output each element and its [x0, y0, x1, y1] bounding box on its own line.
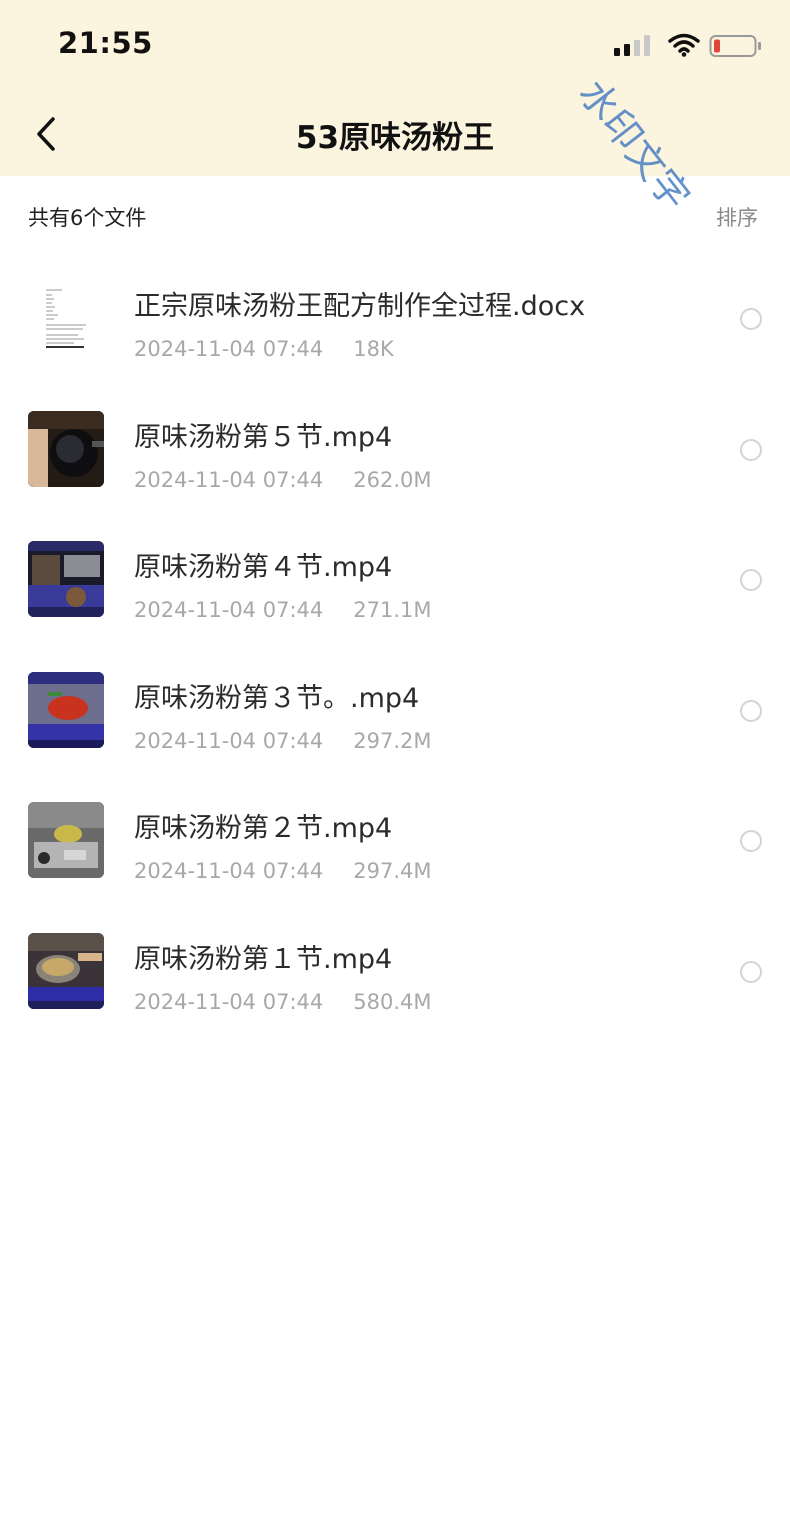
file-size: 18K	[353, 337, 394, 361]
file-list: 正宗原味汤粉王配方制作全过程.docx 2024-11-04 07:44 18K …	[0, 252, 790, 1035]
file-size: 297.4M	[353, 859, 432, 883]
file-name: 原味汤粉第１节.mp4	[134, 943, 393, 975]
file-name: 原味汤粉第２节.mp4	[134, 813, 393, 844]
page-title: 53原味汤粉王	[295, 120, 495, 156]
file-row[interactable]: 原味汤粉第２节.mp4 2024-11-04 07:44 297.4M	[0, 774, 790, 905]
file-meta: 2024-11-04 07:44 297.4M	[134, 859, 432, 883]
file-meta: 2024-11-04 07:44 18K	[134, 337, 394, 361]
file-row[interactable]: 正宗原味汤粉王配方制作全过程.docx 2024-11-04 07:44 18K	[0, 252, 790, 383]
video-thumbnail	[28, 932, 104, 1009]
select-radio[interactable]	[740, 438, 762, 461]
file-row[interactable]: 原味汤粉第１节.mp4 2024-11-04 07:44 580.4M	[0, 905, 790, 1036]
file-meta: 2024-11-04 07:44 271.1M	[134, 598, 432, 622]
file-date: 2024-11-04 07:44	[134, 728, 324, 753]
select-radio[interactable]	[740, 699, 762, 722]
video-thumbnail	[28, 541, 104, 617]
file-meta: 2024-11-04 07:44 580.4M	[134, 990, 432, 1014]
document-thumbnail	[28, 280, 104, 356]
video-thumbnail	[28, 802, 104, 878]
file-folder-screen: 21:55 53原味汤粉王 水印文字 共有6个文件 排序 正宗原味汤粉王配方制作…	[0, 0, 790, 1534]
video-frame-image	[28, 671, 104, 748]
wifi-icon	[668, 33, 700, 57]
select-radio[interactable]	[740, 569, 762, 591]
document-icon	[28, 280, 104, 356]
list-header: 共有6个文件 排序	[0, 176, 790, 252]
file-row[interactable]: 原味汤粉第３节。.mp4 2024-11-04 07:44 297.2M	[0, 644, 790, 775]
video-frame-image	[28, 410, 104, 487]
file-date: 2024-11-04 07:44	[134, 598, 324, 622]
file-name: 原味汤粉第４节.mp4	[134, 552, 393, 583]
file-date: 2024-11-04 07:44	[134, 337, 324, 361]
file-meta: 2024-11-04 07:44 262.0M	[134, 468, 432, 492]
file-name: 原味汤粉第５节.mp4	[134, 421, 393, 453]
select-radio[interactable]	[740, 960, 762, 983]
file-count-label: 共有6个文件	[28, 206, 147, 230]
video-frame-image	[28, 932, 104, 1009]
file-name: 原味汤粉第３节。.mp4	[134, 682, 420, 714]
file-size: 262.0M	[353, 467, 432, 492]
file-date: 2024-11-04 07:44	[134, 467, 324, 492]
status-bar: 21:55	[0, 0, 790, 92]
file-row[interactable]: 原味汤粉第５节.mp4 2024-11-04 07:44 262.0M	[0, 383, 790, 514]
video-thumbnail	[28, 410, 104, 487]
select-radio[interactable]	[740, 308, 762, 330]
battery-icon	[709, 35, 761, 57]
file-date: 2024-11-04 07:44	[134, 989, 324, 1014]
navigation-bar: 53原味汤粉王	[0, 92, 790, 176]
header-area: 21:55 53原味汤粉王	[0, 0, 790, 176]
file-size: 297.2M	[353, 728, 432, 753]
signal-icon	[614, 35, 650, 56]
file-date: 2024-11-04 07:44	[134, 859, 324, 883]
status-time: 21:55	[58, 26, 153, 60]
select-radio[interactable]	[740, 830, 762, 852]
file-size: 271.1M	[353, 598, 432, 622]
file-name: 正宗原味汤粉王配方制作全过程.docx	[134, 291, 586, 322]
file-row[interactable]: 原味汤粉第４节.mp4 2024-11-04 07:44 271.1M	[0, 513, 790, 644]
video-frame-image	[28, 541, 104, 617]
video-thumbnail	[28, 671, 104, 748]
sort-button[interactable]: 排序	[716, 202, 758, 232]
video-frame-image	[28, 802, 104, 878]
file-size: 580.4M	[353, 989, 432, 1014]
file-meta: 2024-11-04 07:44 297.2M	[134, 729, 432, 753]
